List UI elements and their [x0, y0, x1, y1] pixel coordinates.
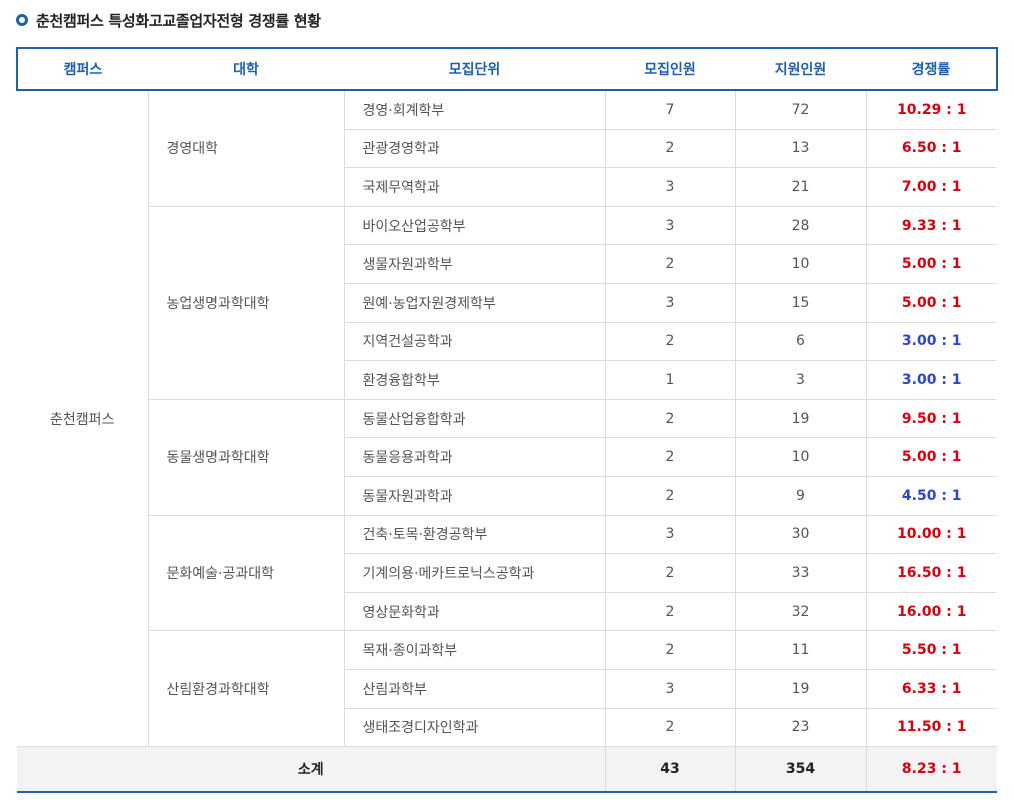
rate-cell: 7.00 : 1: [865, 167, 997, 207]
quota-cell: 3: [604, 167, 736, 207]
applicants-cell: 23: [734, 707, 867, 748]
rate-cell: 5.00 : 1: [865, 437, 997, 477]
quota-cell: 2: [604, 707, 736, 748]
rate-cell: 16.00 : 1: [865, 591, 997, 632]
unit-cell: 국제무역학과: [344, 167, 606, 207]
applicants-cell: 6: [734, 321, 867, 362]
quota-cell: 3: [604, 514, 736, 555]
total-applicants: 354: [734, 746, 866, 794]
applicants-cell: 72: [734, 89, 867, 130]
quota-cell: 7: [604, 89, 736, 130]
quota-cell: 3: [604, 282, 736, 323]
college-cell: 동물생명과학대학: [148, 398, 345, 516]
quota-cell: 2: [604, 437, 736, 477]
applicants-cell: 33: [734, 553, 867, 593]
unit-cell: 동물응용과학과: [344, 437, 606, 477]
unit-cell: 생태조경디자인학과: [344, 707, 606, 748]
quota-cell: 2: [604, 244, 736, 284]
rate-cell: 3.00 : 1: [865, 321, 997, 362]
rate-cell: 9.33 : 1: [865, 205, 997, 246]
total-row: 소계 43 354 8.23 : 1: [17, 746, 997, 794]
campus-cell: 춘천캠퍼스: [17, 89, 149, 748]
total-label: 소계: [17, 746, 605, 794]
quota-cell: 2: [604, 128, 736, 169]
rate-cell: 10.29 : 1: [865, 89, 997, 130]
unit-cell: 경영·회계학부: [343, 89, 606, 130]
applicants-cell: 10: [734, 437, 867, 477]
applicants-cell: 19: [734, 398, 867, 439]
applicants-cell: 28: [734, 205, 867, 246]
unit-cell: 동물자원과학과: [344, 475, 606, 516]
competition-rate-table: 캠퍼스 대학 모집단위 모집인원 지원인원 경쟁률 춘천캠퍼스 경영대학 경영·회계…: [16, 47, 998, 794]
applicants-cell: 9: [734, 475, 867, 516]
rate-cell: 3.00 : 1: [865, 360, 997, 400]
rate-cell: 5.50 : 1: [865, 630, 997, 670]
rate-cell: 16.50 : 1: [865, 553, 997, 593]
college-cell: 경영대학: [147, 89, 345, 207]
applicants-cell: 30: [734, 514, 867, 555]
header-quota: 모집인원: [605, 47, 735, 91]
rate-cell: 9.50 : 1: [865, 398, 997, 439]
college-cell: 문화예술·공과대학: [148, 514, 345, 632]
unit-cell: 바이오산업공학부: [343, 205, 606, 246]
quota-cell: 2: [604, 475, 736, 516]
quota-cell: 3: [604, 668, 736, 709]
unit-cell: 관광경영학과: [344, 128, 606, 169]
college-cell: 농업생명과학대학: [148, 205, 345, 400]
applicants-cell: 3: [734, 360, 867, 400]
total-quota: 43: [604, 746, 735, 794]
header-unit: 모집단위: [344, 47, 605, 91]
table-row: 문화예술·공과대학 건축·토목·환경공학부 3 30 10.00 : 1: [17, 514, 997, 632]
quota-cell: 3: [604, 205, 736, 246]
college-cell: 산림환경과학대학: [148, 630, 345, 748]
quota-cell: 2: [604, 630, 736, 670]
unit-cell: 목재·종이과학부: [343, 630, 606, 670]
table-row: 춘천캠퍼스 경영대학 경영·회계학부 7 72 10.29 : 1: [17, 89, 997, 748]
table-row: 농업생명과학대학 바이오산업공학부 3 28 9.33 : 1: [17, 205, 997, 400]
rate-cell: 6.50 : 1: [865, 128, 997, 169]
rate-cell: 4.50 : 1: [865, 475, 997, 516]
table-row: 동물생명과학대학 동물산업융합학과 2 19 9.50 : 1: [17, 398, 997, 516]
header-rate: 경쟁률: [866, 47, 998, 91]
section-header: 춘천캠퍼스 특성화고교졸업자전형 경쟁률 현황: [16, 8, 321, 32]
unit-cell: 산림과학부: [344, 668, 606, 709]
applicants-cell: 11: [734, 630, 867, 670]
rate-cell: 10.00 : 1: [865, 514, 997, 555]
applicants-cell: 19: [734, 668, 867, 709]
unit-cell: 원예·농업자원경제학부: [344, 282, 606, 323]
applicants-cell: 13: [734, 128, 867, 169]
applicants-cell: 10: [734, 244, 867, 284]
quota-cell: 2: [604, 398, 736, 439]
unit-cell: 생물자원과학부: [344, 244, 606, 284]
page-title: 춘천캠퍼스 특성화고교졸업자전형 경쟁률 현황: [36, 11, 321, 30]
quota-cell: 2: [604, 553, 736, 593]
applicants-cell: 15: [734, 282, 867, 323]
unit-cell: 영상문화학과: [344, 591, 606, 632]
quota-cell: 2: [604, 591, 736, 632]
total-rate: 8.23 : 1: [865, 746, 997, 794]
quota-cell: 2: [604, 321, 736, 362]
rate-cell: 6.33 : 1: [865, 668, 997, 709]
rate-cell: 5.00 : 1: [865, 244, 997, 284]
circle-bullet-icon: [16, 14, 28, 26]
unit-cell: 기계의용·메카트로닉스공학과: [344, 553, 606, 593]
unit-cell: 환경융합학부: [344, 360, 606, 400]
unit-cell: 건축·토목·환경공학부: [343, 514, 606, 555]
applicants-cell: 21: [734, 167, 867, 207]
table-header-row: 캠퍼스 대학 모집단위 모집인원 지원인원 경쟁률: [16, 47, 998, 91]
rate-cell: 5.00 : 1: [865, 282, 997, 323]
applicants-cell: 32: [734, 591, 867, 632]
quota-cell: 1: [604, 360, 736, 400]
header-college: 대학: [148, 47, 344, 91]
header-campus: 캠퍼스: [16, 47, 148, 91]
table-row: 산림환경과학대학 목재·종이과학부 2 11 5.50 : 1: [17, 630, 997, 748]
table-body: 춘천캠퍼스 경영대학 경영·회계학부 7 72 10.29 : 1 관광경영학과 2 13 6.5…: [17, 89, 997, 748]
header-applicants: 지원인원: [735, 47, 866, 91]
unit-cell: 동물산업융합학과: [343, 398, 606, 439]
unit-cell: 지역건설공학과: [344, 321, 606, 362]
rate-cell: 11.50 : 1: [865, 707, 997, 748]
